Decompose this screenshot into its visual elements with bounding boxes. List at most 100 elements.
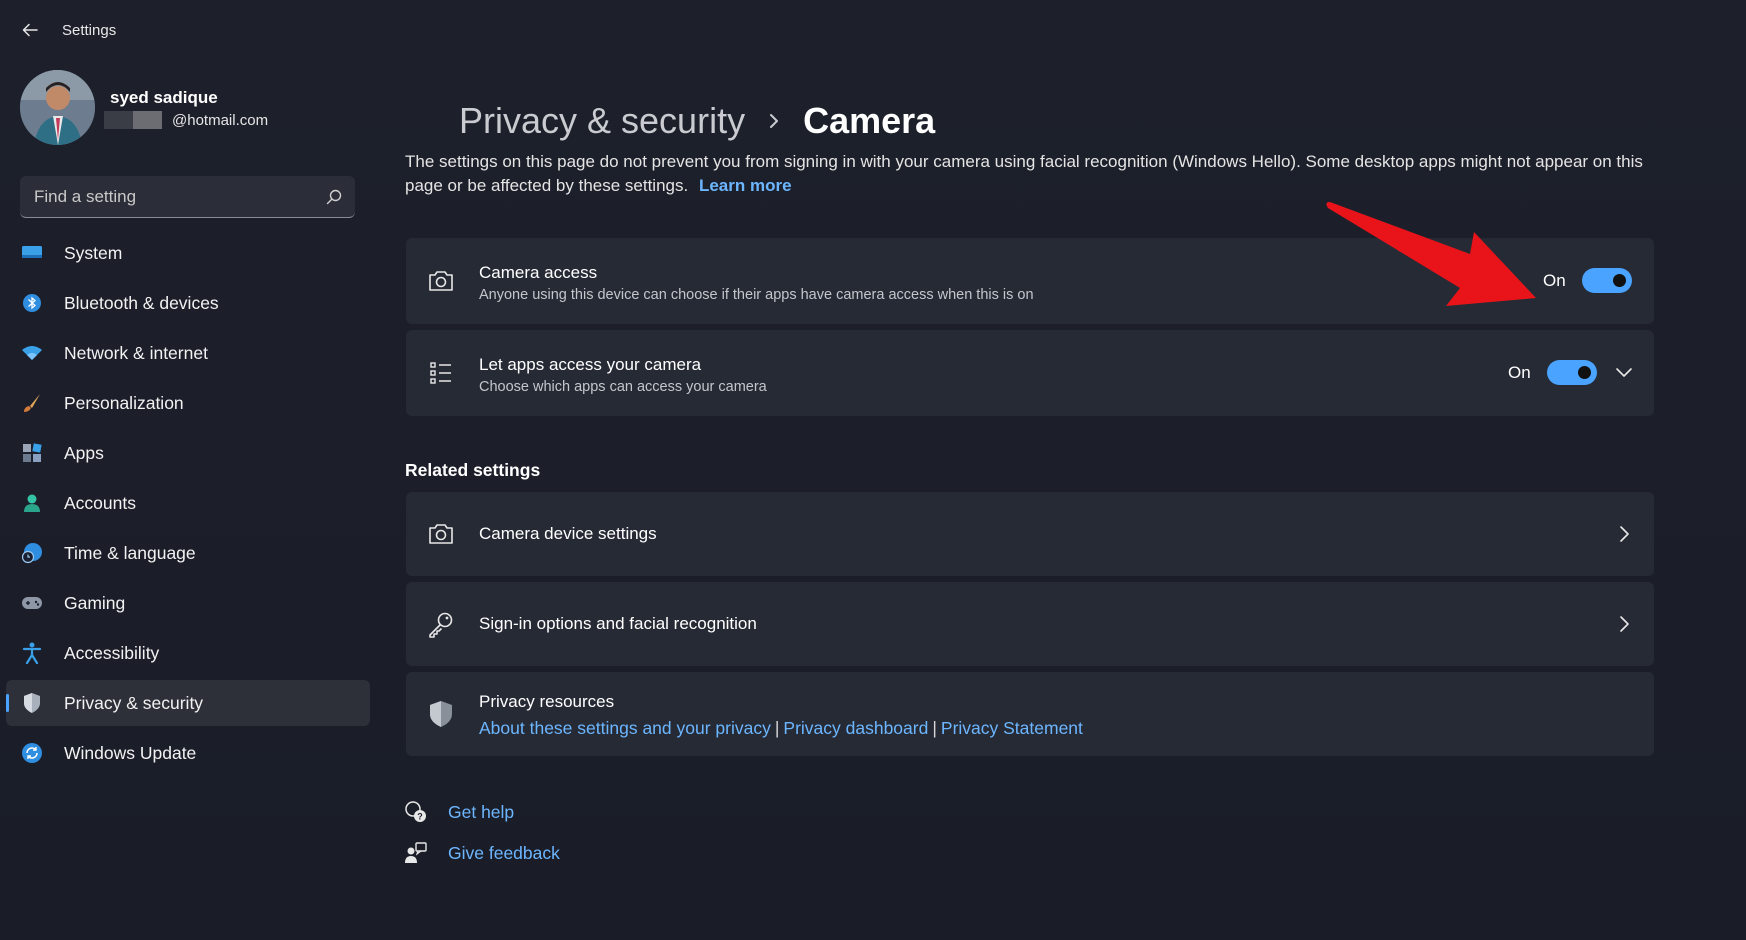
sidebar-item-label: Personalization bbox=[64, 392, 184, 413]
accessibility-icon bbox=[20, 641, 44, 665]
privacy-statement-link[interactable]: Privacy Statement bbox=[941, 718, 1083, 738]
system-icon bbox=[20, 241, 44, 265]
camera-icon bbox=[426, 266, 456, 296]
back-arrow-icon bbox=[22, 23, 38, 37]
breadcrumb-parent[interactable]: Privacy & security bbox=[459, 100, 745, 142]
link-separator: | bbox=[774, 718, 780, 738]
bluetooth-icon bbox=[20, 291, 44, 315]
update-icon bbox=[20, 741, 44, 765]
sidebar-item-accounts[interactable]: Accounts bbox=[6, 480, 370, 526]
sidebar-item-personalization[interactable]: Personalization bbox=[6, 380, 370, 426]
apps-access-subtitle: Choose which apps can access your camera bbox=[479, 379, 767, 395]
give-feedback-label: Give feedback bbox=[448, 842, 560, 863]
signin-options-text: Sign-in options and facial recognition bbox=[479, 614, 757, 634]
chevron-right-icon[interactable] bbox=[1614, 614, 1634, 634]
avatar[interactable] bbox=[20, 70, 95, 145]
camera-access-title: Camera access bbox=[479, 263, 598, 282]
svg-text:?: ? bbox=[417, 812, 423, 822]
window-title: Settings bbox=[62, 22, 117, 39]
camera-device-text: Camera device settings bbox=[479, 524, 657, 544]
toggle-knob bbox=[1612, 274, 1626, 287]
help-chat-icon: ? bbox=[404, 800, 428, 824]
sidebar-item-label: System bbox=[64, 242, 123, 263]
page-description: The settings on this page do not prevent… bbox=[405, 150, 1665, 198]
sidebar-item-system[interactable]: System bbox=[6, 230, 370, 276]
sidebar-item-privacy-security[interactable]: Privacy & security bbox=[6, 680, 370, 726]
key-icon bbox=[426, 609, 456, 639]
chevron-right-icon[interactable] bbox=[1614, 524, 1634, 544]
wifi-icon bbox=[20, 341, 44, 365]
page-title: Camera bbox=[803, 100, 936, 141]
apps-access-toggle-group: On bbox=[1508, 360, 1597, 385]
apps-access-card[interactable]: Let apps access your camera Choose which… bbox=[406, 330, 1654, 416]
sidebar-item-windows-update[interactable]: Windows Update bbox=[6, 730, 370, 776]
apps-access-title: Let apps access your camera bbox=[479, 355, 702, 374]
search-icon[interactable] bbox=[325, 188, 343, 206]
signin-options-card[interactable]: Sign-in options and facial recognition bbox=[406, 582, 1654, 666]
gamepad-icon bbox=[20, 591, 44, 615]
description-text: The settings on this page do not prevent… bbox=[405, 152, 1643, 195]
feedback-icon bbox=[404, 841, 428, 865]
title-bar: Settings bbox=[0, 0, 1746, 60]
chevron-right-icon bbox=[767, 112, 781, 130]
sidebar-item-accessibility[interactable]: Accessibility bbox=[6, 630, 370, 676]
sidebar-item-bluetooth[interactable]: Bluetooth & devices bbox=[6, 280, 370, 326]
sidebar-item-label: Gaming bbox=[64, 592, 126, 613]
camera-device-settings-card[interactable]: Camera device settings bbox=[406, 492, 1654, 576]
privacy-resources-links: About these settings and your privacy | Pr… bbox=[479, 718, 1083, 739]
sidebar-item-label: Bluetooth & devices bbox=[64, 292, 219, 313]
sidebar-item-apps[interactable]: Apps bbox=[6, 430, 370, 476]
apps-access-toggle-label: On bbox=[1508, 362, 1531, 382]
shield-icon bbox=[20, 691, 44, 715]
camera-device-title: Camera device settings bbox=[479, 524, 657, 543]
toggle-knob bbox=[1577, 366, 1591, 379]
brush-icon bbox=[20, 391, 44, 415]
get-help-link[interactable]: ? Get help bbox=[404, 800, 514, 824]
give-feedback-link[interactable]: Give feedback bbox=[404, 841, 560, 865]
privacy-about-link[interactable]: About these settings and your privacy bbox=[479, 718, 771, 738]
privacy-resources-text: Privacy resources About these settings a… bbox=[479, 692, 1083, 739]
apps-access-text: Let apps access your camera Choose which… bbox=[479, 355, 767, 395]
link-separator: | bbox=[932, 718, 937, 738]
sidebar-item-time-language[interactable]: Time & language bbox=[6, 530, 370, 576]
search-input[interactable] bbox=[34, 186, 314, 207]
profile-email-row: @hotmail.com bbox=[104, 110, 268, 130]
profile-email: @hotmail.com bbox=[172, 111, 269, 129]
accounts-icon bbox=[20, 491, 44, 515]
learn-more-link[interactable]: Learn more bbox=[699, 176, 792, 195]
sidebar-nav: System Bluetooth & devices Network & int… bbox=[6, 230, 370, 780]
annotation-arrow bbox=[1326, 202, 1536, 306]
signin-options-title: Sign-in options and facial recognition bbox=[479, 614, 757, 633]
profile-name: syed sadique bbox=[110, 88, 218, 107]
privacy-dashboard-link[interactable]: Privacy dashboard bbox=[783, 718, 928, 738]
apps-icon bbox=[20, 441, 44, 465]
settings-window: Settings syed sadique @hotmail.com Find … bbox=[0, 0, 1746, 940]
breadcrumb: Privacy & security Camera bbox=[459, 96, 935, 146]
sidebar-item-label: Privacy & security bbox=[64, 692, 204, 713]
chevron-down-icon[interactable] bbox=[1614, 363, 1634, 383]
camera-access-toggle-label: On bbox=[1543, 270, 1566, 290]
camera-access-text: Camera access Anyone using this device c… bbox=[479, 263, 1034, 303]
sidebar-item-network[interactable]: Network & internet bbox=[6, 330, 370, 376]
list-icon bbox=[426, 358, 456, 388]
privacy-resources-card: Privacy resources About these settings a… bbox=[406, 672, 1654, 756]
camera-access-toggle-group: On bbox=[1543, 268, 1632, 293]
redacted-block bbox=[104, 111, 162, 129]
apps-access-toggle[interactable] bbox=[1546, 360, 1597, 385]
privacy-resources-title: Privacy resources bbox=[479, 692, 615, 711]
camera-access-toggle[interactable] bbox=[1581, 268, 1632, 293]
related-settings-heading: Related settings bbox=[405, 460, 541, 480]
shield-icon bbox=[426, 699, 456, 729]
time-language-icon bbox=[20, 541, 44, 565]
camera-icon bbox=[426, 519, 456, 549]
search-box bbox=[20, 176, 355, 218]
back-button[interactable] bbox=[18, 18, 42, 42]
get-help-label: Get help bbox=[448, 801, 515, 822]
sidebar-item-label: Accounts bbox=[64, 492, 136, 513]
sidebar-item-label: Windows Update bbox=[64, 742, 197, 763]
user-profile: syed sadique @hotmail.com bbox=[20, 70, 350, 146]
sidebar-item-label: Apps bbox=[64, 442, 104, 463]
sidebar-item-gaming[interactable]: Gaming bbox=[6, 580, 370, 626]
sidebar-item-label: Network & internet bbox=[64, 342, 208, 363]
sidebar-item-label: Time & language bbox=[64, 542, 196, 563]
